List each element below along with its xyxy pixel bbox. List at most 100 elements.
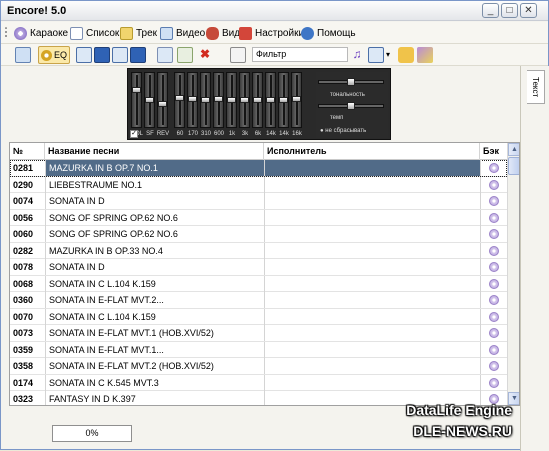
- edit-icon[interactable]: [177, 47, 193, 63]
- disc-icon[interactable]: [489, 344, 499, 355]
- fader-knob[interactable]: [240, 97, 249, 103]
- fader-slider[interactable]: [213, 72, 224, 128]
- fader-slider[interactable]: [187, 72, 198, 128]
- table-row[interactable]: 0358 SONATA IN E-FLAT MVT.2 (HOB.XVI/52): [10, 358, 507, 375]
- scroll-thumb[interactable]: [508, 157, 519, 175]
- chevron-down-icon[interactable]: ▾: [384, 47, 392, 63]
- song-artist: [264, 176, 480, 193]
- fader-knob[interactable]: [253, 97, 262, 103]
- close-button[interactable]: ✕: [520, 3, 537, 18]
- table-row[interactable]: 0174 SONATA IN C K.545 MVT.3: [10, 374, 507, 391]
- tempo-slider[interactable]: [318, 102, 384, 110]
- monitor-icon[interactable]: [15, 47, 31, 63]
- fader-slider[interactable]: [144, 72, 155, 128]
- eq-button[interactable]: EQ: [38, 46, 70, 64]
- header-title[interactable]: Название песни: [45, 143, 264, 160]
- disc-icon[interactable]: [489, 328, 499, 338]
- header-artist[interactable]: Исполнитель: [264, 143, 480, 160]
- table-row[interactable]: 0359 SONATA IN E-FLAT MVT.1...: [10, 341, 507, 358]
- fader-knob[interactable]: [188, 96, 197, 102]
- menu-settings[interactable]: Настройки: [239, 25, 304, 41]
- song-artist: [264, 292, 480, 308]
- table-row[interactable]: 0068 SONATA IN C L.104 K.159: [10, 275, 507, 292]
- fader-knob[interactable]: [145, 97, 154, 103]
- watermark-line-1: DataLife Engine: [406, 402, 512, 418]
- play-icon[interactable]: [94, 47, 110, 63]
- filter-field[interactable]: Фильтр: [252, 47, 348, 62]
- menu-label: Трек: [136, 27, 158, 39]
- fader-knob[interactable]: [266, 97, 275, 103]
- no-reset-option[interactable]: ● не сбрасывать: [320, 128, 366, 134]
- fader-slider[interactable]: [265, 72, 276, 128]
- disc-icon[interactable]: [489, 311, 499, 322]
- header-back[interactable]: Бэк: [480, 143, 507, 160]
- fader-slider[interactable]: [226, 72, 237, 128]
- menu-karaoke[interactable]: Караоке: [14, 25, 68, 41]
- tab-text[interactable]: Текст: [527, 70, 545, 104]
- wand-icon[interactable]: [417, 47, 433, 63]
- fader-knob[interactable]: [132, 87, 141, 93]
- mixer-checkbox[interactable]: ✓: [130, 130, 138, 138]
- disc-icon[interactable]: [489, 262, 499, 272]
- table-row[interactable]: 0073 SONATA IN E-FLAT MVT.1 (HOB.XVI/52): [10, 325, 507, 342]
- maximize-button[interactable]: □: [501, 3, 518, 18]
- fader-slider[interactable]: [252, 72, 263, 128]
- table-row[interactable]: 0282 MAZURKA IN B OP.33 NO.4: [10, 242, 507, 259]
- pause-icon[interactable]: [112, 47, 128, 63]
- disc-icon[interactable]: [489, 245, 499, 256]
- scroll-up-icon[interactable]: ▲: [508, 143, 519, 156]
- table-row[interactable]: 0281 MAZURKA IN B OP.7 NO.1: [10, 160, 507, 177]
- menu-track[interactable]: Трек: [120, 25, 157, 41]
- fader-knob[interactable]: [158, 101, 167, 107]
- fader-knob[interactable]: [214, 96, 223, 102]
- fader-knob[interactable]: [292, 96, 301, 102]
- delete-icon[interactable]: ✖: [197, 47, 213, 63]
- stop-icon[interactable]: [76, 47, 92, 63]
- header-num[interactable]: №: [10, 143, 45, 160]
- disc-icon[interactable]: [489, 229, 499, 239]
- filter-icon[interactable]: [230, 47, 246, 63]
- add-icon[interactable]: [157, 47, 173, 63]
- song-number: 0070: [13, 311, 34, 322]
- music-note-icon[interactable]: ♫: [349, 47, 365, 63]
- table-row[interactable]: 0060 SONG OF SPRING OP.62 NO.6: [10, 226, 507, 243]
- karaoke-icon: [14, 26, 27, 40]
- disc-icon[interactable]: [489, 196, 499, 206]
- table-row[interactable]: 0290 LIEBESTRAUME NO.1: [10, 176, 507, 193]
- menu-view[interactable]: Вид: [206, 25, 240, 41]
- speaker-icon[interactable]: [398, 47, 414, 63]
- disc-icon[interactable]: [489, 179, 499, 190]
- fader-slider[interactable]: [157, 72, 168, 128]
- menu-list[interactable]: Список: [70, 25, 119, 41]
- fader-slider[interactable]: [291, 72, 302, 128]
- disc-icon[interactable]: [489, 212, 499, 223]
- table-row[interactable]: 0078 SONATA IN D: [10, 259, 507, 276]
- menu-video[interactable]: Видео: [160, 25, 205, 41]
- fader-slider[interactable]: [200, 72, 211, 128]
- fader-slider[interactable]: [131, 72, 142, 128]
- window-icon[interactable]: [368, 47, 384, 63]
- disc-icon[interactable]: [489, 377, 499, 388]
- fader-slider[interactable]: [278, 72, 289, 128]
- fader-slider[interactable]: [239, 72, 250, 128]
- fader-knob[interactable]: [175, 95, 184, 101]
- fader-knob[interactable]: [201, 97, 210, 103]
- table-row[interactable]: 0074 SONATA IN D: [10, 193, 507, 210]
- disc-icon[interactable]: [489, 278, 499, 289]
- tonality-label: тональность: [330, 92, 365, 98]
- table-row[interactable]: 0056 SONG OF SPRING OP.62 NO.6: [10, 209, 507, 226]
- disc-icon[interactable]: [489, 163, 499, 173]
- menu-help[interactable]: Помощь: [301, 25, 356, 41]
- vertical-scrollbar[interactable]: ▲ ▼: [507, 143, 519, 405]
- fader-slider[interactable]: [174, 72, 185, 128]
- fader-knob[interactable]: [279, 97, 288, 103]
- table-row[interactable]: 0070 SONATA IN C L.104 K.159: [10, 308, 507, 325]
- table-row[interactable]: 0360 SONATA IN E-FLAT MVT.2...: [10, 292, 507, 309]
- fader-knob[interactable]: [227, 97, 236, 103]
- disc-icon[interactable]: [489, 295, 499, 305]
- fader-label: 14k: [266, 131, 276, 137]
- next-icon[interactable]: [130, 47, 146, 63]
- tonality-slider[interactable]: [318, 78, 384, 86]
- minimize-button[interactable]: _: [482, 3, 499, 18]
- disc-icon[interactable]: [489, 361, 499, 371]
